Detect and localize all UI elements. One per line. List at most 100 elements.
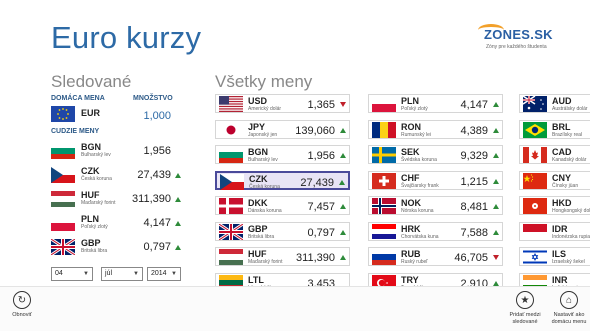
- trend-up-icon: [340, 153, 346, 158]
- currency-tile-nok[interactable]: NOK Nórska koruna 8,481: [368, 196, 503, 215]
- no-flag-icon: [372, 198, 396, 214]
- gb-flag-icon: [51, 239, 75, 255]
- trend-up-icon: [339, 179, 345, 185]
- trend-up-icon: [493, 102, 499, 107]
- currency-name: Nórska koruna: [401, 208, 434, 214]
- chevron-down-icon: ▼: [171, 271, 177, 277]
- star-icon: ★: [516, 291, 534, 309]
- cn-flag-icon: [523, 172, 547, 189]
- bg-flag-icon: [219, 147, 243, 163]
- trend-up-icon: [175, 197, 181, 202]
- currency-code: GBP: [248, 223, 268, 234]
- eu-flag-icon: [51, 106, 75, 122]
- currency-tile-hrk[interactable]: HRK Chorvátska kuna 7,588: [368, 221, 503, 241]
- trend-down-icon: [340, 102, 346, 107]
- currency-code: JPY: [248, 121, 266, 132]
- hk-flag-icon: [523, 198, 547, 214]
- currency-code: PLN: [401, 96, 419, 106]
- currency-name: Česká koruna: [249, 183, 280, 190]
- currency-name: Čínsky jüan: [552, 182, 579, 189]
- day-select[interactable]: 04 ▼: [51, 267, 93, 281]
- currency-tile-hkd[interactable]: HKDHongkongský dolár: [519, 196, 590, 215]
- trend-down-icon: [493, 255, 499, 260]
- refresh-button[interactable]: ↻ Obnoviť: [8, 291, 36, 319]
- currency-tile-gbp[interactable]: GBP Britská libra 0,797: [215, 221, 350, 241]
- day-value: 04: [55, 270, 63, 277]
- year-select[interactable]: 2014 ▼: [147, 267, 181, 281]
- app-bar: ↻ Obnoviť ★ Pridať medzi sledované ⌂ Nas…: [0, 286, 590, 331]
- favorite-currency-row[interactable]: GBP Britská libra 0,797: [51, 237, 181, 257]
- currency-rate: 7,588: [460, 226, 488, 239]
- currency-rate: 139,060: [295, 124, 335, 137]
- dk-flag-icon: [219, 198, 243, 214]
- au-flag-icon: [523, 96, 547, 112]
- currency-code: CHF: [401, 172, 420, 183]
- currency-code: BGN: [248, 147, 268, 157]
- currency-tile-ron[interactable]: RON Rumunský lei 4,389: [368, 119, 503, 139]
- home-currency-row[interactable]: EUR 1,000: [51, 104, 181, 124]
- currency-code: LTL: [248, 274, 264, 285]
- currency-code: AUD: [552, 96, 572, 106]
- currency-name: Švajčiarsky frank: [401, 182, 439, 189]
- currency-rate: 1,956: [307, 150, 335, 162]
- trend-up-icon: [175, 245, 181, 250]
- currency-code: RON: [401, 121, 421, 132]
- add-favorites-label-1: Pridať medzi: [509, 312, 541, 318]
- currency-tile-huf[interactable]: HUF Maďarský forint 311,390: [215, 247, 350, 266]
- currency-tile-brl[interactable]: BRL Brazílsky real: [519, 119, 590, 139]
- currency-tile-ils[interactable]: ILS Izraelský šekel: [519, 247, 590, 266]
- favorite-currency-row[interactable]: PLN Poľský zlotý 4,147: [51, 213, 181, 233]
- currency-tile-sek[interactable]: SEK Švédska koruna 9,329: [368, 145, 503, 164]
- hu-flag-icon: [51, 191, 75, 207]
- currency-code: NOK: [401, 198, 421, 208]
- favorite-currency-row[interactable]: CZK Česká koruna 27,439: [51, 165, 181, 185]
- month-value: júl: [105, 270, 113, 277]
- currency-tile-usd[interactable]: USD Americký dolár 1,365: [215, 94, 350, 113]
- add-favorites-label-2: sledované: [512, 318, 538, 325]
- currency-tile-czk[interactable]: CZK Česká koruna 27,439: [215, 170, 350, 190]
- home-icon: ⌂: [560, 291, 578, 309]
- currency-tile-idr[interactable]: IDR Indonézska rupia: [519, 221, 590, 241]
- currency-tile-aud[interactable]: AUD Austrálsky dolár: [519, 94, 590, 113]
- month-select[interactable]: júl ▼: [101, 267, 143, 281]
- currency-rate: 311,390: [296, 252, 335, 264]
- trend-up-icon: [493, 153, 499, 158]
- currency-tile-rub[interactable]: RUB Ruský rubeľ 46,705: [368, 247, 503, 266]
- currency-name: Kanadský dolár: [552, 157, 587, 163]
- favorite-currency-row[interactable]: BGN Bulharský lev 1,956: [51, 141, 181, 161]
- currency-rate: 4,389: [460, 124, 488, 137]
- currency-code: CAD: [552, 147, 572, 157]
- ru-flag-icon: [372, 249, 396, 265]
- refresh-label: Obnoviť: [12, 312, 32, 318]
- currency-tile-dkk[interactable]: DKK Dánska koruna 7,457: [215, 196, 350, 215]
- currency-rate: 9,329: [460, 150, 488, 162]
- currency-name: Česká koruna: [81, 176, 112, 182]
- favorite-currency-row[interactable]: HUF Maďarský forint 311,390: [51, 189, 181, 209]
- trend-up-icon: [493, 229, 499, 235]
- us-flag-icon: [219, 96, 243, 112]
- currency-tile-cad[interactable]: CAD Kanadský dolár: [519, 145, 590, 164]
- currency-tile-pln[interactable]: PLN Poľský zlotý 4,147: [368, 94, 503, 113]
- home-currency-header: DOMÁCA MENA: [51, 95, 105, 102]
- currency-rate: 46,705: [454, 252, 488, 264]
- zones-logo: ZONES.SK Zóny pre každého študenta: [478, 24, 568, 56]
- currency-rate: 1,365: [307, 99, 335, 111]
- currency-rate: 27,439: [300, 176, 334, 189]
- home-amount[interactable]: 1,000: [143, 110, 171, 122]
- currency-name: Švédska koruna: [401, 157, 437, 163]
- currency-name: Indonézska rupia: [552, 233, 590, 240]
- set-home-currency-button[interactable]: ⌂ Nastaviť ako domácu menu: [549, 291, 589, 325]
- currency-tile-jpy[interactable]: JPY Japonský jen 139,060: [215, 119, 350, 139]
- ch-flag-icon: [372, 172, 396, 189]
- currency-tile-cny[interactable]: CNY Čínsky jüan: [519, 170, 590, 190]
- currency-code: CNY: [552, 172, 572, 183]
- currency-tile-bgn[interactable]: BGN Bulharský lev 1,956: [215, 145, 350, 164]
- add-to-favorites-button[interactable]: ★ Pridať medzi sledované: [505, 291, 545, 325]
- currency-name: Brazílsky real: [552, 131, 583, 138]
- currency-name: Bulharský lev: [81, 152, 111, 158]
- pl-flag-icon: [51, 215, 75, 231]
- trend-up-icon: [175, 221, 181, 226]
- trend-up-icon: [340, 204, 346, 209]
- currency-tile-chf[interactable]: CHF Švajčiarsky frank 1,215: [368, 170, 503, 190]
- currency-rate: 4,147: [143, 217, 171, 229]
